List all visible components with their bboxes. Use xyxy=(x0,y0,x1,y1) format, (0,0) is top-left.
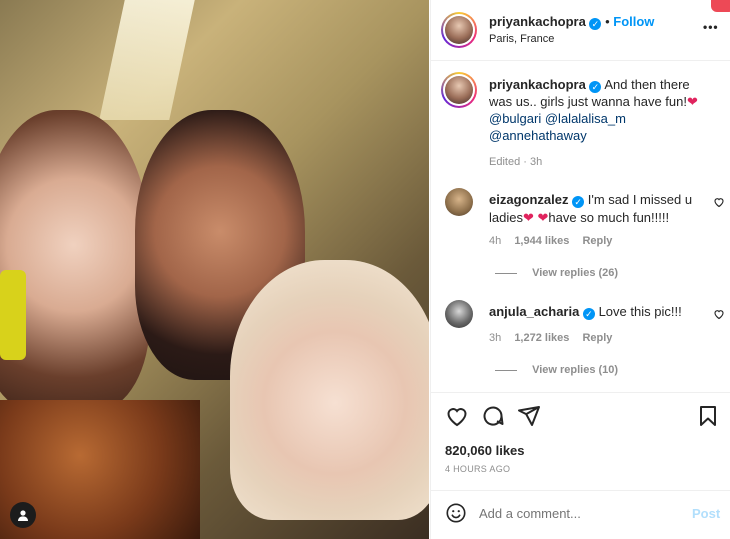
bookmark-icon[interactable] xyxy=(696,404,720,428)
notification-badge xyxy=(711,0,730,12)
follow-button[interactable]: Follow xyxy=(613,14,654,29)
author-avatar[interactable] xyxy=(441,12,477,48)
tagged-people-button[interactable] xyxy=(10,502,36,528)
author-username[interactable]: priyankachopra xyxy=(489,14,586,29)
comment-username[interactable]: anjula_acharia xyxy=(489,304,579,319)
more-options-icon[interactable]: ••• xyxy=(703,20,719,34)
reply-button[interactable]: Reply xyxy=(582,332,612,344)
post-time[interactable]: 4 HOURS AGO xyxy=(445,464,510,474)
view-replies-row[interactable]: View replies (10) xyxy=(495,364,618,376)
comment-text-1: I'm sad I missed u xyxy=(587,192,693,207)
comment-bar: Post xyxy=(445,500,720,528)
photo-window-light xyxy=(99,0,195,120)
verified-badge-icon: ✓ xyxy=(589,81,602,93)
share-icon[interactable] xyxy=(517,404,541,428)
view-replies-row[interactable]: View replies (26) xyxy=(495,267,618,279)
heart-emoji-icon: ❤ xyxy=(522,210,534,225)
caption-avatar[interactable] xyxy=(441,72,477,108)
caption-meta: Edited · 3h xyxy=(489,156,543,168)
comment-avatar[interactable] xyxy=(445,188,473,216)
comment-input[interactable] xyxy=(479,503,669,523)
mention-annehathaway[interactable]: @annehathaway xyxy=(489,128,587,143)
comment-time[interactable]: 3h xyxy=(489,332,501,344)
caption-username[interactable]: priyankachopra xyxy=(489,77,586,92)
likes-count[interactable]: 820,060 likes xyxy=(445,443,525,458)
view-replies-label[interactable]: View replies (10) xyxy=(532,364,618,376)
caption-text-2: was us.. girls just wanna have fun! xyxy=(489,94,687,109)
like-heart-icon[interactable] xyxy=(445,404,469,428)
mention-lalalalisa[interactable]: @lalalalisa_m xyxy=(545,111,626,126)
post-comment-button[interactable]: Post xyxy=(692,506,720,521)
comment-item: eizagonzalez ✓ I'm sad I missed u ladies… xyxy=(445,188,727,283)
post-photo[interactable] xyxy=(0,0,429,539)
emoji-icon[interactable] xyxy=(445,502,467,524)
heart-icon[interactable] xyxy=(713,196,725,208)
photo-person-left xyxy=(0,110,150,410)
comment-time[interactable]: 4h xyxy=(489,235,501,247)
comment-icon[interactable] xyxy=(481,404,505,428)
view-replies-label[interactable]: View replies (26) xyxy=(532,267,618,279)
verified-badge-icon: ✓ xyxy=(572,196,585,208)
comment-item: anjula_acharia ✓ Love this pic!!! 3h 1,2… xyxy=(445,300,727,385)
comment-likes[interactable]: 1,944 likes xyxy=(514,235,569,247)
heart-emoji-icon: ❤ xyxy=(687,94,698,109)
photo-yellow-sleeve xyxy=(0,270,26,360)
reply-button[interactable]: Reply xyxy=(582,235,612,247)
comment-likes[interactable]: 1,272 likes xyxy=(514,332,569,344)
caption-text-1: And then there xyxy=(604,77,690,92)
comment-text-2: ladies xyxy=(489,210,523,225)
post-location[interactable]: Paris, France xyxy=(489,33,554,45)
mention-bulgari[interactable]: @bulgari xyxy=(489,111,541,126)
heart-icon[interactable] xyxy=(713,308,725,320)
verified-badge-icon: ✓ xyxy=(582,308,595,320)
user-tag-icon xyxy=(18,510,28,521)
comment-avatar[interactable] xyxy=(445,300,473,328)
post-header: priyankachopra ✓ • Follow Paris, France … xyxy=(441,12,726,52)
header-divider xyxy=(431,60,730,61)
comment-divider xyxy=(431,490,730,491)
actions-divider xyxy=(431,392,730,393)
action-bar xyxy=(445,404,720,430)
comment-text-3: have so much fun!!!!! xyxy=(548,210,670,225)
verified-badge-icon: ✓ xyxy=(589,18,602,30)
photo-person-right xyxy=(230,260,429,520)
post-side-panel: priyankachopra ✓ • Follow Paris, France … xyxy=(430,0,730,539)
comment-text-1: Love this pic!!! xyxy=(598,304,682,319)
heart-emoji-icon: ❤ xyxy=(537,210,549,225)
comment-username[interactable]: eizagonzalez xyxy=(489,192,568,207)
